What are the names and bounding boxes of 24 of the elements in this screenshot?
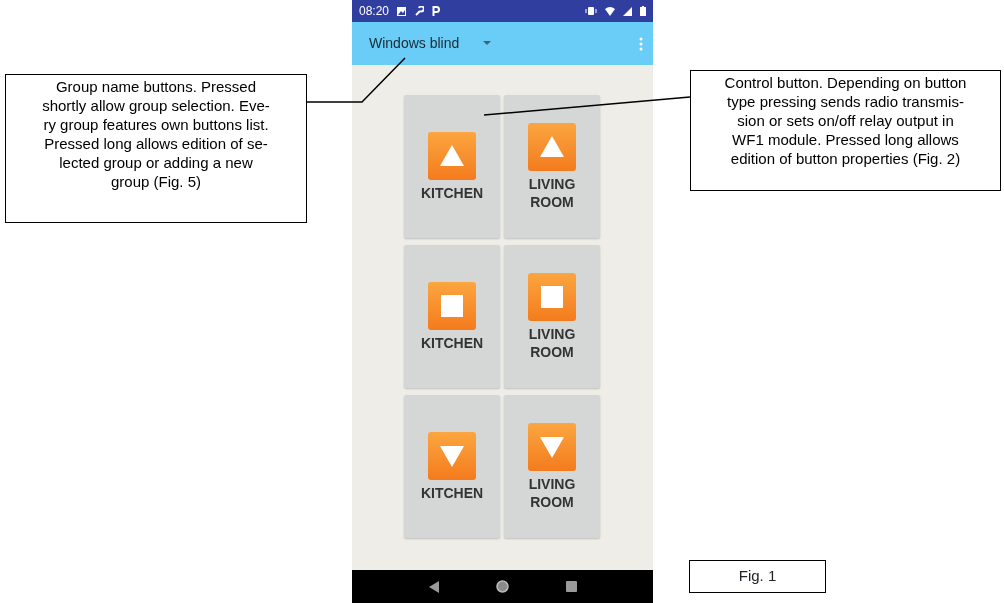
parking-icon <box>432 6 441 16</box>
control-button[interactable]: KITCHEN <box>404 395 500 538</box>
home-icon[interactable] <box>495 580 509 593</box>
status-time: 08:20 <box>359 3 390 20</box>
control-button[interactable]: LIVING ROOM <box>504 395 600 538</box>
signal-icon <box>623 6 632 16</box>
figure-caption: Fig. 1 <box>689 560 826 593</box>
stop-icon <box>428 281 476 330</box>
callout-text: Group name buttons. Pressed shortly allow group selection. Eve- ry group features own buttons list. Pressed long allows edition of se- lected group or adding a new group (Fig. 5) <box>5 74 307 223</box>
battery-icon <box>640 6 646 16</box>
vibrate-icon <box>585 6 597 16</box>
callout-text: Control button. Depending on button type pressing sends radio transmis- sion or sets on/off relay output in WF1 module. Pressed long allows edition of button properties (Fig. 2) <box>690 70 1001 191</box>
control-button[interactable]: KITCHEN <box>404 95 500 238</box>
group-dropdown[interactable]: Windows blind <box>369 33 460 54</box>
control-button[interactable]: KITCHEN <box>404 245 500 388</box>
stop-icon <box>528 272 576 321</box>
back-icon[interactable] <box>428 580 439 593</box>
wrench-icon <box>414 6 425 16</box>
wifi-icon <box>605 6 615 16</box>
control-button[interactable]: LIVING ROOM <box>504 245 600 388</box>
control-button[interactable]: LIVING ROOM <box>504 95 600 238</box>
recents-icon[interactable] <box>565 581 577 592</box>
dropdown-caret-icon[interactable] <box>483 41 492 46</box>
image-icon <box>397 6 407 16</box>
